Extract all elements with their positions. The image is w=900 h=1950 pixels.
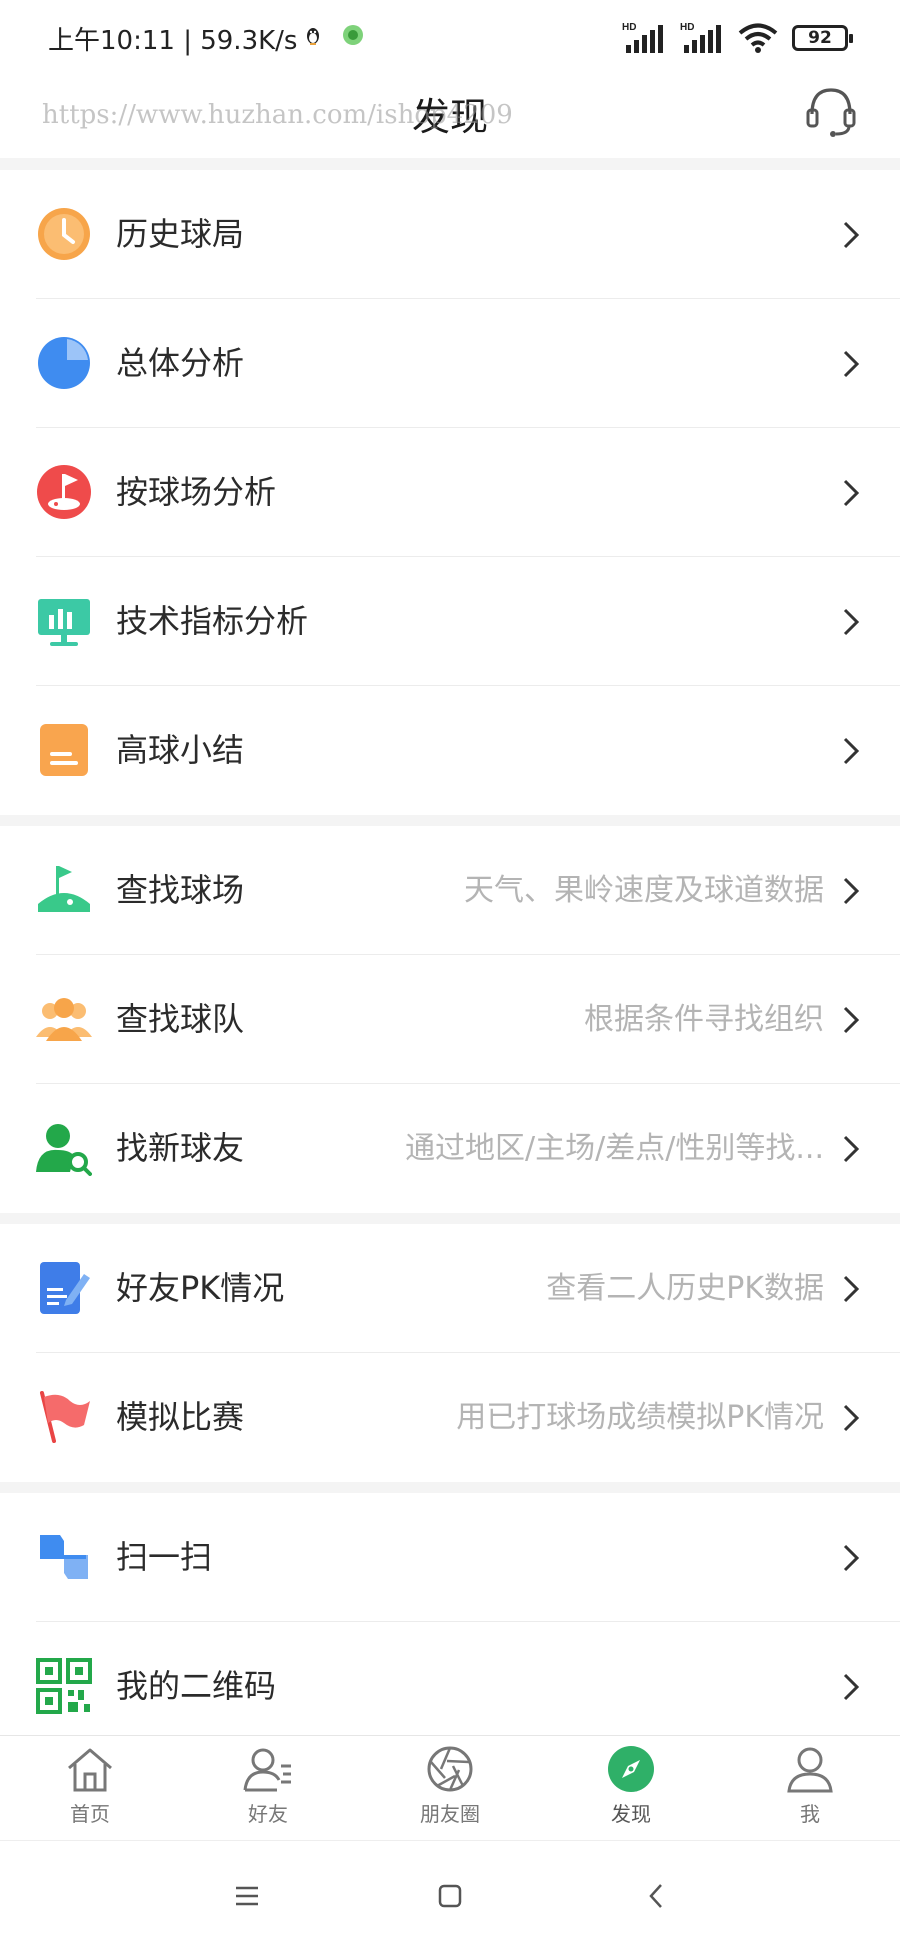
shutter-icon: [427, 1746, 473, 1792]
menu-item-desc: 查看二人历史PK数据: [546, 1271, 824, 1306]
menu-item-label: 扫一扫: [116, 1538, 213, 1576]
status-bar: 上午10:11 | 59.3K/s HD HD 92: [0, 0, 900, 76]
chevron-right-icon: [843, 1006, 860, 1034]
menu-item-technical-analysis[interactable]: 技术指标分析: [0, 557, 900, 686]
document-icon: [40, 724, 88, 776]
menu-item-overall-analysis[interactable]: 总体分析: [0, 299, 900, 428]
menu-item-label: 我的二维码: [116, 1667, 277, 1705]
chevron-right-icon: [843, 479, 860, 507]
menu-item-label: 历史球局: [116, 215, 245, 253]
chevron-right-icon: [843, 1544, 860, 1572]
menu-item-desc: 用已打球场成绩模拟PK情况: [456, 1400, 824, 1435]
system-navigation-bar: [0, 1840, 900, 1950]
menu-item-label: 高球小结: [116, 731, 245, 769]
menu-item-friend-pk[interactable]: 好友PK情况 查看二人历史PK数据: [0, 1224, 900, 1353]
menu-item-desc: 天气、果岭速度及球道数据: [464, 873, 824, 908]
chevron-right-icon: [843, 877, 860, 905]
svg-text:HD: HD: [622, 22, 636, 33]
tab-me[interactable]: 我: [755, 1744, 865, 1839]
tab-label: 首页: [70, 1802, 110, 1826]
tab-label: 发现: [611, 1802, 651, 1826]
golf-course-flag-icon: [37, 465, 91, 519]
menu-item-label: 找新球友: [116, 1129, 245, 1167]
team-icon: [36, 998, 92, 1041]
menu-group-analysis: 历史球局 总体分析 按球场分析 技术指标分析 高球小结: [0, 170, 900, 815]
menu-group-qr: 扫一扫 我的二维码: [0, 1493, 900, 1751]
nav-bar: 发现 https://www.huzhan.com/ishop4209: [0, 76, 900, 158]
home-icon: [68, 1748, 112, 1792]
tab-label: 我: [800, 1802, 820, 1826]
red-flag-icon: [40, 1391, 90, 1443]
menu-item-label: 好友PK情况: [116, 1269, 285, 1307]
menu-item-scan[interactable]: 扫一扫: [0, 1493, 900, 1622]
tab-label: 朋友圈: [420, 1802, 480, 1826]
menu-item-desc: 根据条件寻找组织: [584, 1002, 824, 1037]
menu-item-course-analysis[interactable]: 按球场分析: [0, 428, 900, 557]
tab-label: 好友: [248, 1802, 288, 1826]
back-icon[interactable]: [640, 1879, 674, 1913]
menu-group-find: 查找球场 天气、果岭速度及球道数据 查找球队 根据条件寻找组织 找新球友 通过地…: [0, 826, 900, 1213]
clock-icon: [38, 208, 90, 260]
menu-item-label: 查找球队: [116, 1000, 245, 1038]
signal-hd-icon-2: HD: [680, 22, 721, 53]
menu-item-desc: 通过地区/主场/差点/性别等找...: [405, 1131, 824, 1166]
menu-item-label: 模拟比赛: [116, 1398, 245, 1436]
svg-text:HD: HD: [680, 22, 694, 33]
pie-chart-icon: [38, 337, 90, 389]
qq-penguin-icon: [307, 28, 319, 45]
chevron-right-icon: [843, 608, 860, 636]
menu-item-label: 总体分析: [116, 344, 245, 382]
watermark: https://www.huzhan.com/ishop4209: [42, 100, 513, 130]
menu-item-find-course[interactable]: 查找球场 天气、果岭速度及球道数据: [0, 826, 900, 955]
friends-icon: [243, 1748, 291, 1792]
chevron-right-icon: [843, 737, 860, 765]
tab-friends[interactable]: 好友: [213, 1744, 323, 1839]
qr-code-icon: [36, 1658, 92, 1714]
menu-icon[interactable]: [230, 1879, 264, 1913]
golf-green-icon: [38, 866, 90, 912]
customer-service-headset-icon[interactable]: [802, 82, 860, 142]
chevron-right-icon: [843, 1275, 860, 1303]
menu-item-my-qr-code[interactable]: 我的二维码: [0, 1622, 900, 1751]
menu-item-label: 技术指标分析: [116, 602, 309, 640]
app-notification-icon: [343, 25, 363, 45]
scan-icon: [40, 1535, 88, 1579]
compass-icon: [608, 1746, 654, 1792]
signal-hd-icon: HD: [622, 22, 663, 53]
wifi-icon: [738, 23, 778, 53]
menu-item-history-rounds[interactable]: 历史球局: [0, 170, 900, 299]
edit-doc-icon: [40, 1262, 90, 1314]
menu-item-label: 按球场分析: [116, 473, 277, 511]
chevron-right-icon: [843, 221, 860, 249]
menu-item-find-golf-friends[interactable]: 找新球友 通过地区/主场/差点/性别等找...: [0, 1084, 900, 1213]
tab-moments[interactable]: 朋友圈: [395, 1744, 505, 1839]
chevron-right-icon: [843, 1404, 860, 1432]
bottom-tab-bar: 首页 好友 朋友圈 发现 我: [0, 1735, 900, 1840]
status-icons: HD HD 92: [622, 18, 853, 58]
menu-item-golf-summary[interactable]: 高球小结: [0, 686, 900, 815]
chevron-right-icon: [843, 1673, 860, 1701]
menu-item-find-team[interactable]: 查找球队 根据条件寻找组织: [0, 955, 900, 1084]
tab-discover[interactable]: 发现: [576, 1744, 686, 1839]
tab-home[interactable]: 首页: [35, 1744, 145, 1839]
status-time: 上午10:11 | 59.3K/s: [48, 26, 298, 56]
chevron-right-icon: [843, 350, 860, 378]
person-icon: [787, 1747, 833, 1793]
menu-item-label: 查找球场: [116, 871, 245, 909]
battery-indicator: 92: [792, 25, 853, 51]
menu-group-pk: 好友PK情况 查看二人历史PK数据 模拟比赛 用已打球场成绩模拟PK情况: [0, 1224, 900, 1482]
chevron-right-icon: [843, 1135, 860, 1163]
home-square-icon[interactable]: [433, 1879, 467, 1913]
user-search-icon: [36, 1124, 92, 1176]
monitor-bar-chart-icon: [38, 599, 90, 646]
menu-item-simulated-match[interactable]: 模拟比赛 用已打球场成绩模拟PK情况: [0, 1353, 900, 1482]
